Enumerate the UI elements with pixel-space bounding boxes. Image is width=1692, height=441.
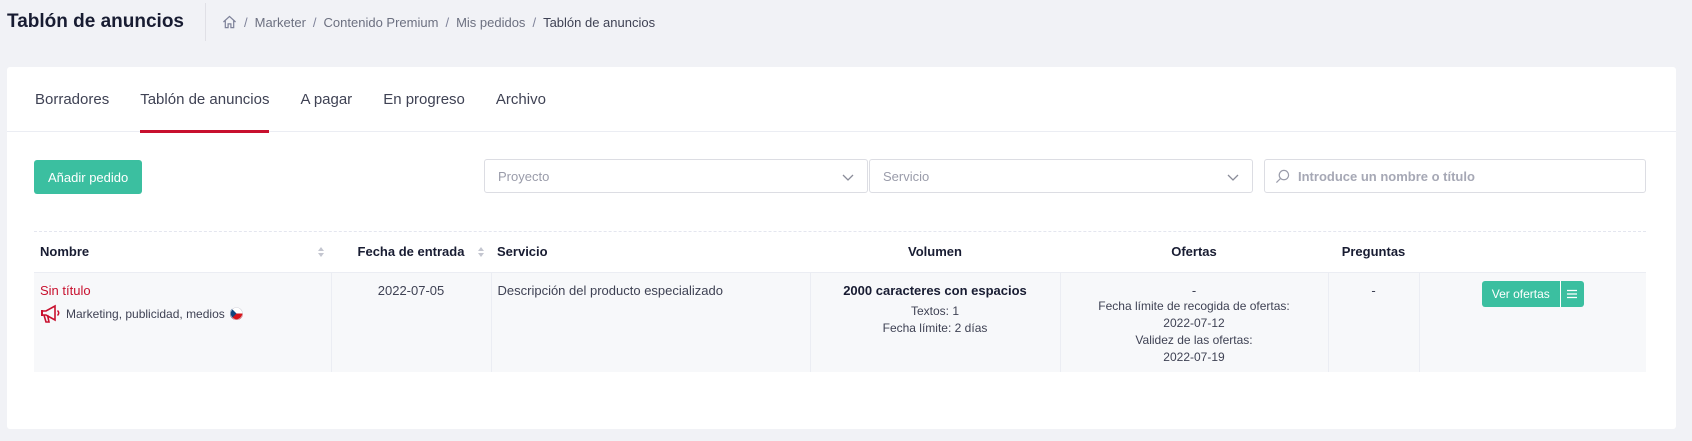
column-header-date-label: Fecha de entrada (357, 244, 465, 260)
table-header-row: Nombre Fecha de entrada Servicio Volumen… (34, 232, 1646, 272)
breadcrumb-separator: / (244, 14, 248, 30)
breadcrumb-item-premium[interactable]: Contenido Premium (324, 15, 439, 30)
sort-icon[interactable] (477, 246, 485, 258)
search-input[interactable] (1298, 168, 1628, 184)
chevron-down-icon (842, 174, 854, 181)
offers-deadline-label: Fecha límite de recogida de ofertas: (1098, 298, 1290, 313)
deadline-value: 2 días (954, 320, 988, 335)
service-select[interactable]: Servicio (869, 159, 1253, 193)
cell-offers: - Fecha límite de recogida de ofertas: 2… (1060, 272, 1329, 372)
offers-dash: - (1191, 282, 1197, 298)
tab-to-pay[interactable]: A pagar (300, 67, 352, 132)
cell-volume: 2000 caracteres con espacios Textos: 1 F… (810, 272, 1061, 372)
home-icon[interactable] (222, 15, 237, 29)
main-card: Borradores Tablón de anuncios A pagar En… (7, 67, 1676, 429)
table-row: Sin título Marketing, publicidad, medios (34, 272, 1646, 372)
deadline-line: Fecha límite: 2 días (817, 320, 1054, 337)
sort-icon[interactable] (317, 246, 325, 258)
texts-label: Textos: (910, 303, 949, 318)
cell-service: Descripción del producto especializado (491, 272, 811, 372)
toolbar: Añadir pedido Proyecto Servicio (7, 132, 1676, 230)
page-title: Tablón de anuncios (7, 3, 206, 41)
offers-validity-label: Validez de las ofertas: (1135, 332, 1253, 347)
tab-bar: Borradores Tablón de anuncios A pagar En… (7, 67, 1676, 133)
project-select[interactable]: Proyecto (484, 159, 868, 193)
tab-bulletin-board[interactable]: Tablón de anuncios (140, 67, 270, 133)
add-order-button[interactable]: Añadir pedido (34, 160, 143, 194)
tab-archive[interactable]: Archivo (496, 67, 546, 132)
column-header-name-label: Nombre (40, 244, 90, 260)
column-header-actions (1419, 232, 1646, 272)
orders-table: Nombre Fecha de entrada Servicio Volumen… (34, 232, 1646, 372)
column-header-offers: Ofertas (1171, 244, 1217, 260)
project-select-placeholder: Proyecto (498, 168, 550, 184)
cell-questions: - (1328, 272, 1420, 372)
breadcrumb-item-orders[interactable]: Mis pedidos (456, 15, 525, 30)
megaphone-icon (41, 304, 60, 323)
cell-actions: Ver ofertas (1419, 272, 1646, 372)
column-header-questions: Preguntas (1341, 244, 1406, 260)
column-header-volume: Volumen (908, 244, 962, 260)
breadcrumb-separator: / (445, 14, 450, 30)
cell-date: 2022-07-05 (331, 272, 492, 372)
breadcrumb-item-current: Tablón de anuncios (543, 14, 656, 30)
deadline-label: Fecha límite: (882, 320, 952, 335)
breadcrumb: / Marketer / Contenido Premium / Mis ped… (222, 15, 655, 30)
texts-value: 1 (952, 303, 960, 318)
top-bar: Tablón de anuncios / Marketer / Contenid… (0, 0, 1692, 44)
cell-name: Sin título Marketing, publicidad, medios (34, 272, 332, 372)
tab-drafts[interactable]: Borradores (35, 67, 109, 132)
actions-button-group: Ver ofertas (1426, 280, 1641, 307)
search-icon (1275, 169, 1290, 183)
tab-in-progress[interactable]: En progreso (383, 67, 465, 132)
category-label: Marketing, publicidad, medios (66, 306, 225, 321)
chevron-down-icon (1227, 174, 1239, 181)
volume-main: 2000 caracteres con espacios (843, 282, 1027, 298)
column-header-name[interactable]: Nombre (34, 232, 331, 272)
row-menu-button[interactable] (1559, 280, 1584, 307)
czech-flag-icon (229, 307, 243, 320)
service-select-placeholder: Servicio (883, 168, 930, 184)
breadcrumb-item-marketer[interactable]: Marketer (255, 15, 306, 30)
texts-line: Textos: 1 (817, 303, 1054, 320)
offers-deadline-value: 2022-07-12 (1163, 315, 1225, 330)
breadcrumb-separator: / (532, 14, 537, 30)
view-offers-button[interactable]: Ver ofertas (1481, 280, 1560, 307)
column-header-service: Servicio (497, 244, 548, 260)
order-title-link[interactable]: Sin título (40, 283, 91, 298)
category-row: Marketing, publicidad, medios (40, 304, 325, 324)
breadcrumb-separator: / (312, 14, 317, 30)
column-header-date[interactable]: Fecha de entrada (331, 232, 491, 272)
menu-icon (1567, 289, 1578, 298)
search-box (1264, 159, 1646, 193)
offers-validity-value: 2022-07-19 (1163, 349, 1225, 364)
